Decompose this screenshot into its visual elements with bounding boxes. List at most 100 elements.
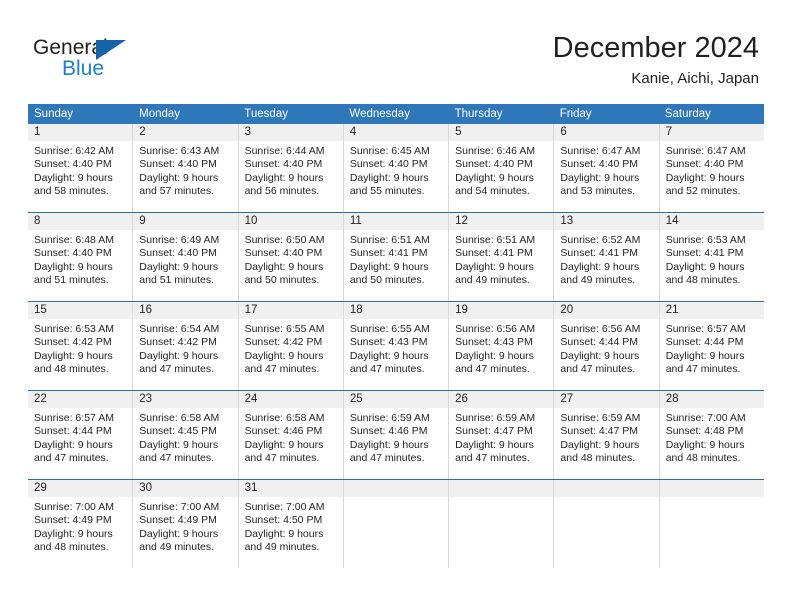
sunrise-text: Sunrise: 6:51 AM: [349, 234, 430, 246]
weekday-header-saturday: Saturday: [664, 108, 711, 120]
calendar-day-cell[interactable]: 23 Sunrise: 6:58 AM Sunset: 4:45 PM Dayligh…: [133, 391, 239, 479]
calendar-day-cell[interactable]: 17 Sunrise: 6:55 AM Sunset: 4:42 PM Dayligh…: [238, 302, 344, 390]
calendar-day-cell[interactable]: 20 Sunrise: 6:56 AM Sunset: 4:44 PM Dayligh…: [554, 302, 660, 390]
daylight-text-line1: Daylight: 9 hours: [244, 438, 324, 451]
calendar-day-cell[interactable]: 10 Sunrise: 6:50 AM Sunset: 4:40 PM Dayligh…: [238, 213, 344, 301]
location-subtitle: Kanie, Aichi, Japan: [631, 70, 759, 87]
day-number: [449, 480, 554, 497]
daylight-text-line2: and 49 minutes.: [244, 541, 320, 554]
daylight-text-line1: Daylight: 9 hours: [244, 527, 324, 540]
calendar-day-cell[interactable]: 16 Sunrise: 6:54 AM Sunset: 4:42 PM Dayligh…: [133, 302, 239, 390]
day-info: Sunrise: 6:47 AM Sunset: 4:40 PM Daylight:…: [554, 141, 658, 199]
day-number: 12: [449, 213, 554, 230]
daylight-text-line1: Daylight: 9 hours: [560, 260, 640, 273]
calendar-day-cell[interactable]: 19 Sunrise: 6:56 AM Sunset: 4:43 PM Dayligh…: [449, 302, 555, 390]
calendar-day-cell[interactable]: 6 Sunrise: 6:47 AM Sunset: 4:40 PM Daylight…: [554, 124, 660, 212]
day-info: Sunrise: 6:53 AM Sunset: 4:41 PM Daylight:…: [660, 230, 764, 288]
day-info: Sunrise: 6:52 AM Sunset: 4:41 PM Daylight:…: [554, 230, 658, 288]
daylight-text-line1: Daylight: 9 hours: [244, 349, 324, 362]
day-number: 19: [449, 302, 554, 319]
calendar-day-cell-empty: [659, 480, 764, 568]
day-info: [449, 497, 553, 501]
calendar-day-cell[interactable]: 27 Sunrise: 6:59 AM Sunset: 4:47 PM Dayligh…: [554, 391, 660, 479]
calendar-day-cell[interactable]: 14 Sunrise: 6:53 AM Sunset: 4:41 PM Dayligh…: [659, 213, 764, 301]
day-info: Sunrise: 7:00 AM Sunset: 4:49 PM Daylight:…: [133, 497, 237, 555]
day-number: 1: [28, 124, 133, 141]
calendar-week-row: 8 Sunrise: 6:48 AM Sunset: 4:40 PM Daylight…: [28, 212, 764, 301]
day-number: [554, 480, 659, 497]
daylight-text-line1: Daylight: 9 hours: [349, 171, 429, 184]
weekday-header-friday: Friday: [559, 108, 592, 120]
sunrise-text: Sunrise: 6:58 AM: [139, 412, 220, 424]
sunset-text: Sunset: 4:44 PM: [665, 336, 744, 349]
calendar-day-cell[interactable]: 15 Sunrise: 6:53 AM Sunset: 4:42 PM Dayligh…: [28, 302, 134, 390]
day-number: 10: [238, 213, 343, 230]
calendar-day-cell[interactable]: 2 Sunrise: 6:43 AM Sunset: 4:40 PM Daylight…: [133, 124, 239, 212]
calendar-day-cell[interactable]: 9 Sunrise: 6:49 AM Sunset: 4:40 PM Daylight…: [133, 213, 239, 301]
calendar-week-cells: 15 Sunrise: 6:53 AM Sunset: 4:42 PM Dayligh…: [28, 302, 764, 390]
generalblue-logo[interactable]: General Blue: [33, 36, 163, 82]
calendar-week-cells: 29 Sunrise: 7:00 AM Sunset: 4:49 PM Dayligh…: [28, 480, 764, 568]
calendar-day-cell[interactable]: 21 Sunrise: 6:57 AM Sunset: 4:44 PM Dayligh…: [659, 302, 764, 390]
day-info: Sunrise: 6:59 AM Sunset: 4:47 PM Daylight:…: [449, 408, 553, 466]
daylight-text-line1: Daylight: 9 hours: [244, 171, 324, 184]
calendar-day-cell[interactable]: 22 Sunrise: 6:57 AM Sunset: 4:44 PM Dayligh…: [28, 391, 134, 479]
calendar-day-cell-empty: [343, 480, 450, 568]
calendar-day-cell[interactable]: 11 Sunrise: 6:51 AM Sunset: 4:41 PM Dayligh…: [343, 213, 450, 301]
sunrise-text: Sunrise: 6:53 AM: [34, 323, 114, 335]
day-number: 25: [343, 391, 449, 408]
daylight-text-line1: Daylight: 9 hours: [560, 171, 640, 184]
day-number: 11: [343, 213, 449, 230]
daylight-text-line2: and 47 minutes.: [244, 452, 320, 465]
calendar-day-cell[interactable]: 28 Sunrise: 7:00 AM Sunset: 4:48 PM Dayligh…: [659, 391, 764, 479]
calendar-day-cell[interactable]: 29 Sunrise: 7:00 AM Sunset: 4:49 PM Dayligh…: [28, 480, 134, 568]
day-number: 23: [133, 391, 238, 408]
logo-text-blue: Blue: [62, 57, 105, 80]
day-number: 13: [554, 213, 659, 230]
calendar-day-cell[interactable]: 5 Sunrise: 6:46 AM Sunset: 4:40 PM Daylight…: [449, 124, 555, 212]
sunset-text: Sunset: 4:43 PM: [455, 336, 533, 349]
sunrise-text: Sunrise: 6:51 AM: [455, 234, 536, 246]
day-number: 5: [449, 124, 554, 141]
calendar-day-cell[interactable]: 18 Sunrise: 6:55 AM Sunset: 4:43 PM Dayligh…: [343, 302, 450, 390]
sunset-text: Sunset: 4:40 PM: [139, 247, 217, 260]
daylight-text-line2: and 58 minutes.: [34, 185, 109, 198]
calendar-day-cell[interactable]: 1 Sunrise: 6:42 AM Sunset: 4:40 PM Daylight…: [28, 124, 134, 212]
calendar-day-cell[interactable]: 25 Sunrise: 6:59 AM Sunset: 4:46 PM Dayligh…: [343, 391, 450, 479]
daylight-text-line1: Daylight: 9 hours: [349, 260, 429, 273]
calendar-day-cell[interactable]: 24 Sunrise: 6:58 AM Sunset: 4:46 PM Dayligh…: [238, 391, 344, 479]
calendar-week-row: 29 Sunrise: 7:00 AM Sunset: 4:49 PM Dayligh…: [28, 479, 764, 568]
sunrise-text: Sunrise: 6:47 AM: [560, 145, 641, 157]
sunrise-text: Sunrise: 6:59 AM: [455, 412, 536, 424]
daylight-text-line2: and 57 minutes.: [139, 185, 214, 198]
calendar-day-cell[interactable]: 3 Sunrise: 6:44 AM Sunset: 4:40 PM Daylight…: [238, 124, 344, 212]
day-number: 27: [554, 391, 659, 408]
daylight-text-line2: and 48 minutes.: [560, 452, 636, 465]
calendar-day-cell[interactable]: 7 Sunrise: 6:47 AM Sunset: 4:40 PM Daylight…: [659, 124, 764, 212]
title-block: December 2024 Kanie, Aichi, Japan: [553, 30, 759, 90]
daylight-text-line2: and 47 minutes.: [34, 452, 109, 465]
daylight-text-line1: Daylight: 9 hours: [455, 171, 534, 184]
day-number: [343, 480, 449, 497]
day-info: [660, 497, 764, 501]
sunrise-text: Sunrise: 6:57 AM: [34, 412, 114, 424]
calendar-day-cell[interactable]: 12 Sunrise: 6:51 AM Sunset: 4:41 PM Dayligh…: [449, 213, 555, 301]
daylight-text-line2: and 47 minutes.: [139, 363, 214, 376]
day-number: 16: [133, 302, 238, 319]
day-info: Sunrise: 6:56 AM Sunset: 4:43 PM Daylight:…: [449, 319, 553, 377]
day-info: Sunrise: 6:57 AM Sunset: 4:44 PM Daylight:…: [660, 319, 764, 377]
day-number: 2: [133, 124, 238, 141]
sunrise-text: Sunrise: 6:49 AM: [139, 234, 220, 246]
calendar-day-cell[interactable]: 8 Sunrise: 6:48 AM Sunset: 4:40 PM Daylight…: [28, 213, 134, 301]
sunrise-text: Sunrise: 6:58 AM: [244, 412, 325, 424]
daylight-text-line1: Daylight: 9 hours: [34, 349, 113, 362]
calendar-day-cell[interactable]: 13 Sunrise: 6:52 AM Sunset: 4:41 PM Dayligh…: [554, 213, 660, 301]
day-info: Sunrise: 6:50 AM Sunset: 4:40 PM Daylight:…: [239, 230, 343, 288]
day-info: Sunrise: 6:42 AM Sunset: 4:40 PM Daylight:…: [28, 141, 132, 199]
calendar-day-cell[interactable]: 26 Sunrise: 6:59 AM Sunset: 4:47 PM Dayligh…: [449, 391, 555, 479]
calendar-day-cell[interactable]: 30 Sunrise: 7:00 AM Sunset: 4:49 PM Dayligh…: [133, 480, 239, 568]
calendar-day-cell[interactable]: 4 Sunrise: 6:45 AM Sunset: 4:40 PM Daylight…: [343, 124, 450, 212]
sunrise-text: Sunrise: 6:54 AM: [139, 323, 220, 335]
weekday-header-thursday: Thursday: [454, 108, 503, 120]
calendar-day-cell[interactable]: 31 Sunrise: 7:00 AM Sunset: 4:50 PM Dayligh…: [238, 480, 344, 568]
